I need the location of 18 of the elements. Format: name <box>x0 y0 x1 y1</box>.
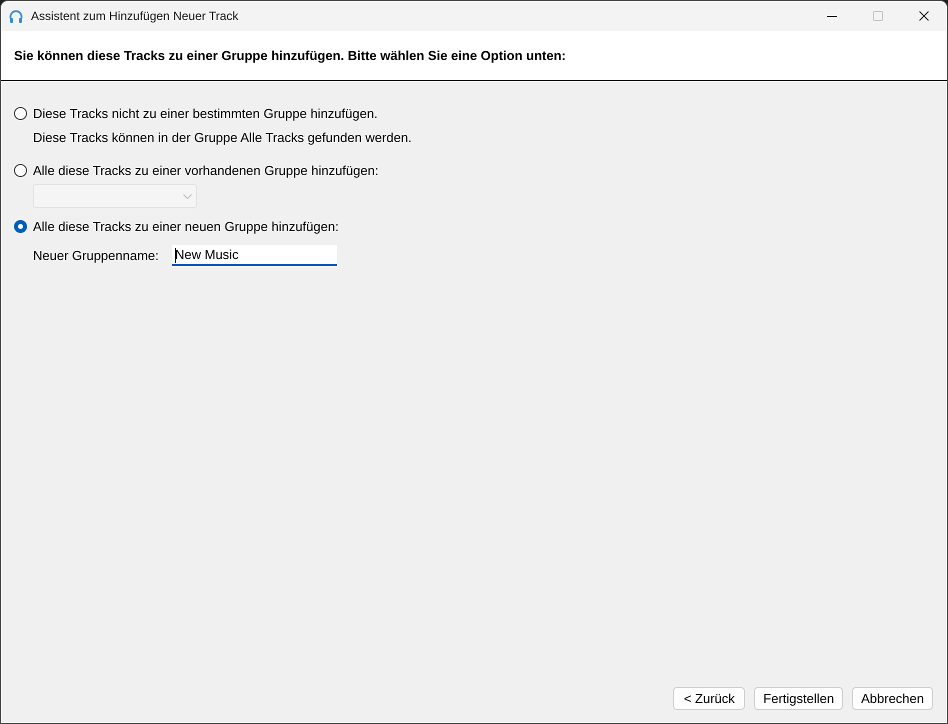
option-note: Diese Tracks können in der Gruppe Alle Tracks gefunden werden. <box>33 130 412 146</box>
close-icon <box>919 11 929 21</box>
option-label[interactable]: Alle diese Tracks zu einer vorhandenen Gruppe hinzufügen: <box>33 162 378 178</box>
radio-button[interactable] <box>14 164 27 176</box>
dialog-button[interactable]: Fertigstellen <box>754 687 844 710</box>
group-name-input[interactable]: New Music <box>172 245 337 266</box>
option-label[interactable]: Diese Tracks nicht zu einer bestimmten Gruppe hinzufügen. <box>33 106 378 120</box>
radio-button[interactable] <box>14 106 27 120</box>
chevron-down-icon <box>183 194 192 198</box>
group-name-label: Neuer Gruppenname: <box>33 248 160 264</box>
dialog-button[interactable]: < Zurück <box>673 687 746 710</box>
headphones-icon <box>9 8 23 24</box>
maximize-icon <box>873 11 883 21</box>
radio-button[interactable] <box>14 220 27 232</box>
window-title: Assistent zum Hinzufügen Neuer Track <box>31 9 240 23</box>
option-label[interactable]: Alle diese Tracks zu einer neuen Gruppe hinzufügen: <box>33 218 339 234</box>
page-heading: Sie können diese Tracks zu einer Gruppe hinzufügen. Bitte wählen Sie eine Option unten: <box>14 48 566 63</box>
dialog-button[interactable]: Abbrechen <box>852 687 933 710</box>
